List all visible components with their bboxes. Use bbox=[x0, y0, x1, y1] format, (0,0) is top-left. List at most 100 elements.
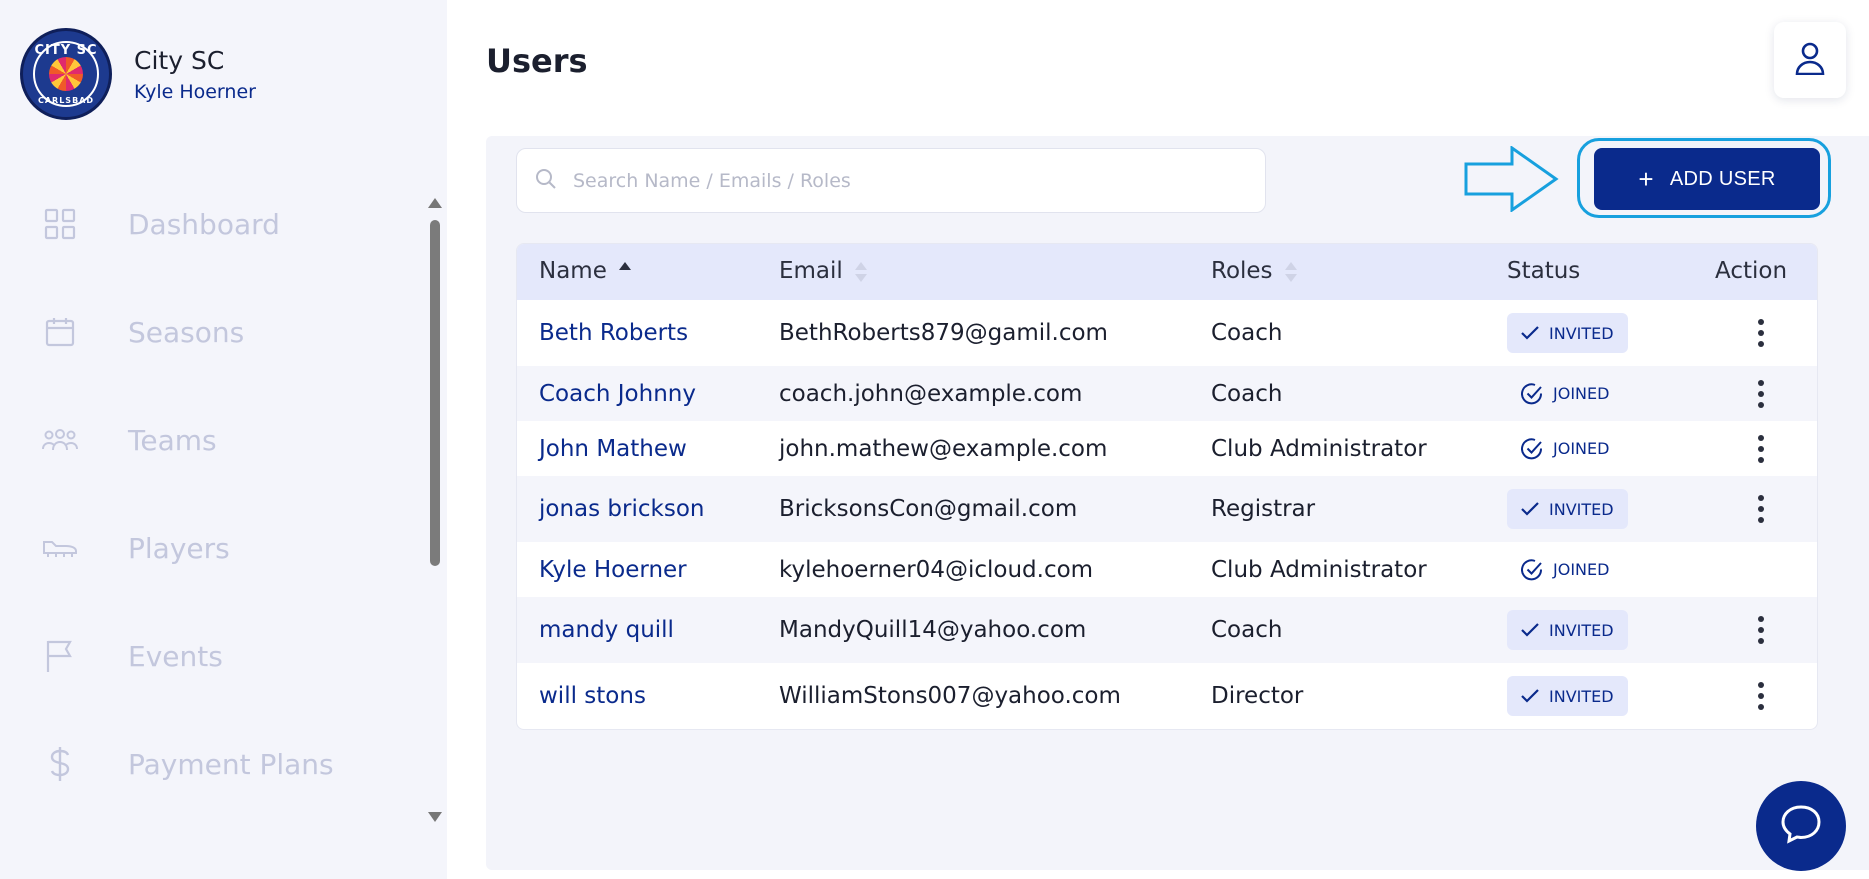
org-header: CITY SC CARLSBAD City SC Kyle Hoerner bbox=[20, 28, 256, 120]
check-icon bbox=[1521, 623, 1539, 637]
circle-check-icon bbox=[1521, 382, 1543, 405]
scroll-up-arrow-icon[interactable] bbox=[428, 198, 442, 208]
chat-bubble-icon bbox=[1780, 804, 1822, 848]
user-name-link[interactable]: will stons bbox=[539, 683, 646, 709]
table-row: will stons WilliamStons007@yahoo.com Direc… bbox=[517, 663, 1817, 729]
user-role: Director bbox=[1211, 683, 1304, 709]
column-header-roles[interactable]: Roles bbox=[1211, 258, 1297, 284]
column-header-action: Action bbox=[1715, 258, 1788, 284]
table-row: Coach Johnny coach.john@example.com Coach J… bbox=[517, 366, 1817, 421]
status-label: INVITED bbox=[1549, 499, 1614, 519]
table-body: Beth Roberts BethRoberts879@gamil.com Coac… bbox=[517, 300, 1817, 729]
header-label: Email bbox=[779, 258, 843, 284]
check-icon bbox=[1521, 689, 1539, 703]
status-badge: INVITED bbox=[1507, 676, 1628, 716]
circle-check-icon bbox=[1521, 558, 1543, 581]
logo-sun-emblem bbox=[49, 57, 83, 91]
scroll-thumb[interactable] bbox=[430, 220, 440, 566]
user-name-link[interactable]: Coach Johnny bbox=[539, 381, 696, 407]
sidebar-item-teams[interactable]: Teams bbox=[0, 386, 420, 494]
status-badge-inner: JOINED bbox=[1507, 374, 1623, 414]
status-badge: INVITED bbox=[1507, 313, 1628, 353]
table-row: jonas brickson BricksonsCon@gmail.com Regi… bbox=[517, 476, 1817, 542]
user-role: Coach bbox=[1211, 617, 1283, 643]
column-header-email[interactable]: Email bbox=[779, 258, 867, 284]
scroll-down-arrow-icon[interactable] bbox=[428, 812, 442, 822]
user-name-link[interactable]: mandy quill bbox=[539, 617, 674, 643]
people-icon bbox=[42, 422, 78, 458]
status-label: INVITED bbox=[1549, 686, 1614, 706]
header-label: Roles bbox=[1211, 258, 1273, 284]
row-actions-kebab-icon[interactable] bbox=[1749, 491, 1773, 527]
sidebar-item-label: Payment Plans bbox=[128, 747, 334, 781]
user-email: john.mathew@example.com bbox=[779, 435, 1108, 462]
user-role: Club Administrator bbox=[1211, 435, 1427, 462]
check-icon bbox=[1521, 502, 1539, 516]
search-icon bbox=[535, 168, 557, 194]
page-title: Users bbox=[486, 42, 588, 80]
sort-icon bbox=[1284, 261, 1297, 282]
row-actions-kebab-icon[interactable] bbox=[1749, 612, 1773, 648]
add-user-button[interactable]: + ADD USER bbox=[1594, 148, 1820, 210]
sidebar-item-label: Events bbox=[128, 639, 223, 673]
sidebar-item-seasons[interactable]: Seasons bbox=[0, 278, 420, 386]
status-badge-inner: INVITED bbox=[1507, 676, 1628, 716]
status-badge: JOINED bbox=[1507, 550, 1623, 590]
user-name-link[interactable]: John Mathew bbox=[539, 436, 687, 462]
chat-button[interactable] bbox=[1756, 781, 1846, 871]
user-email: BricksonsCon@gmail.com bbox=[779, 496, 1078, 522]
sidebar-item-label: Players bbox=[128, 531, 230, 565]
user-email: coach.john@example.com bbox=[779, 380, 1083, 407]
search-input[interactable] bbox=[573, 169, 1213, 192]
sort-icon bbox=[618, 261, 631, 282]
status-label: JOINED bbox=[1553, 560, 1610, 579]
user-role: Registrar bbox=[1211, 496, 1316, 522]
sidebar-item-dashboard[interactable]: Dashboard bbox=[0, 170, 420, 278]
check-icon bbox=[1521, 326, 1539, 340]
header-label: Name bbox=[539, 258, 607, 284]
user-name-link[interactable]: jonas brickson bbox=[539, 496, 704, 522]
status-badge: INVITED bbox=[1507, 489, 1628, 529]
sidebar-item-players[interactable]: Players bbox=[0, 494, 420, 602]
grid-icon bbox=[42, 206, 78, 242]
row-actions-kebab-icon[interactable] bbox=[1749, 315, 1773, 351]
status-label: JOINED bbox=[1553, 384, 1610, 403]
status-badge-inner: INVITED bbox=[1507, 313, 1628, 353]
logo-bottom-text: CARLSBAD bbox=[37, 96, 94, 105]
user-role: Coach bbox=[1211, 320, 1283, 346]
status-badge: INVITED bbox=[1507, 610, 1628, 650]
calendar-icon bbox=[42, 314, 78, 350]
cleat-icon bbox=[42, 530, 78, 566]
sidebar-nav: Dashboard Seasons Teams Players Events P… bbox=[0, 170, 420, 830]
status-badge-inner: JOINED bbox=[1507, 550, 1623, 590]
table-row: Beth Roberts BethRoberts879@gamil.com Coac… bbox=[517, 300, 1817, 366]
dollar-icon bbox=[42, 746, 78, 782]
sidebar-item-label: Teams bbox=[128, 423, 217, 457]
table-header: Name Email Roles Status Action bbox=[517, 244, 1817, 300]
user-email: BethRoberts879@gamil.com bbox=[779, 320, 1108, 346]
user-name-link[interactable]: Beth Roberts bbox=[539, 320, 688, 346]
status-label: JOINED bbox=[1553, 439, 1610, 458]
user-name-link[interactable]: Kyle Hoerner bbox=[539, 557, 687, 583]
sidebar-item-payment-plans[interactable]: Payment Plans bbox=[0, 710, 420, 818]
status-badge-inner: JOINED bbox=[1507, 429, 1623, 469]
row-actions-kebab-icon[interactable] bbox=[1749, 376, 1773, 412]
sidebar-scrollbar[interactable] bbox=[424, 190, 446, 830]
pointer-arrow-icon bbox=[1464, 145, 1560, 216]
column-header-name[interactable]: Name bbox=[539, 258, 631, 284]
column-header-status: Status bbox=[1507, 258, 1581, 284]
sort-icon bbox=[854, 261, 867, 282]
user-email: WilliamStons007@yahoo.com bbox=[779, 683, 1121, 709]
profile-button[interactable] bbox=[1774, 22, 1846, 98]
status-badge: JOINED bbox=[1507, 374, 1623, 414]
sidebar-item-label: Dashboard bbox=[128, 207, 280, 241]
sidebar-item-label: Seasons bbox=[128, 315, 245, 349]
search-box[interactable] bbox=[516, 148, 1266, 213]
status-badge: JOINED bbox=[1507, 429, 1623, 469]
logo-top-text: CITY SC bbox=[34, 43, 98, 58]
sidebar-item-events[interactable]: Events bbox=[0, 602, 420, 710]
org-info: City SC Kyle Hoerner bbox=[134, 46, 256, 103]
row-actions-kebab-icon[interactable] bbox=[1749, 678, 1773, 714]
row-actions-kebab-icon[interactable] bbox=[1749, 431, 1773, 467]
table-row: mandy quill MandyQuill14@yahoo.com Coach IN… bbox=[517, 597, 1817, 663]
